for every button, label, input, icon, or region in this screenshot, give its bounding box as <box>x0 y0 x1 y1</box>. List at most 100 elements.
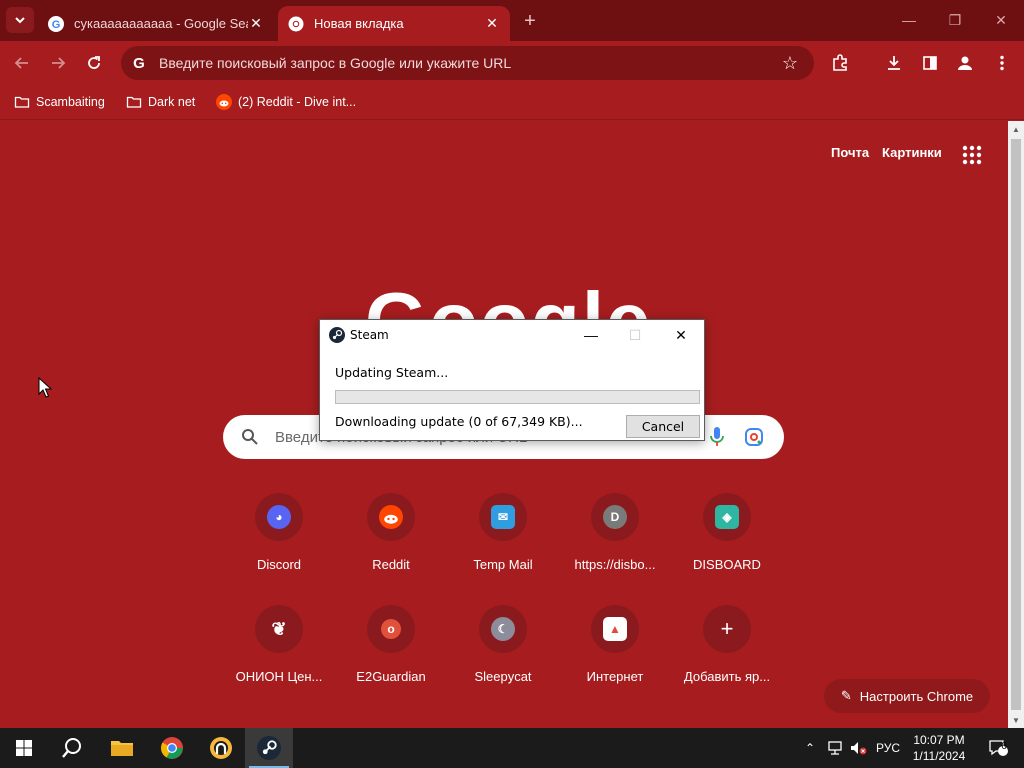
dialog-maximize-button: ☐ <box>613 320 657 350</box>
profile-button[interactable] <box>951 49 979 77</box>
show-hidden-icons-button[interactable]: ⌃ <box>800 728 820 768</box>
scroll-up-icon[interactable]: ▲ <box>1008 121 1024 137</box>
downloads-button[interactable] <box>880 49 908 77</box>
network-icon[interactable] <box>824 728 846 768</box>
tab-new-tab[interactable]: Новая вкладка ✕ <box>278 6 510 41</box>
input-language-indicator[interactable]: РУС <box>872 728 904 768</box>
close-icon[interactable]: ✕ <box>484 15 500 32</box>
chrome-icon <box>288 16 304 31</box>
shortcut-icon-circle: o <box>367 605 415 653</box>
shortcut-label: DISBOARD <box>693 557 761 572</box>
arrow-left-icon <box>14 57 28 69</box>
gmail-link[interactable]: Почта <box>831 145 869 160</box>
tab-title: Новая вкладка <box>314 16 404 31</box>
windows-taskbar: ⌃ РУС 10:07 PM 1/11/2024 6 <box>0 728 1024 768</box>
tab-strip: G сукааааааааааа - Google Sea ✕ Новая вк… <box>0 0 1024 41</box>
shortcut-icon-circle: ◕ <box>255 493 303 541</box>
taskbar-chrome[interactable] <box>148 728 196 768</box>
scrollbar-thumb[interactable] <box>1011 139 1021 710</box>
bookmark-scambaiting[interactable]: Scambaiting <box>14 91 105 113</box>
tab-google-search[interactable]: G сукааааааааааа - Google Sea ✕ <box>38 6 274 41</box>
sleepycat-icon: ☾ <box>491 617 515 641</box>
bookmark-label: Dark net <box>148 95 196 109</box>
chrome-menu-button[interactable] <box>988 49 1016 77</box>
shortcut-temp-mail[interactable]: ✉ Temp Mail <box>447 493 559 593</box>
shortcut-disboard[interactable]: ◈ DISBOARD <box>671 493 783 593</box>
shortcut-discord[interactable]: ◕ Discord <box>223 493 335 593</box>
bookmark-reddit[interactable]: (2) Reddit - Dive int... <box>216 91 356 113</box>
page-scrollbar[interactable]: ▲ ▼ <box>1008 121 1024 728</box>
dialog-minimize-button[interactable]: — <box>569 320 613 350</box>
close-icon[interactable]: ✕ <box>248 15 264 32</box>
dialog-close-button[interactable]: ✕ <box>659 320 703 350</box>
shortcut-icon-circle: ☾ <box>479 605 527 653</box>
e2guardian-icon: o <box>381 619 401 639</box>
shortcut-disboard-url[interactable]: D https://disbo... <box>559 493 671 593</box>
chrome-icon <box>161 737 183 759</box>
maximize-icon: ☐ <box>628 326 642 343</box>
restore-window-button[interactable]: ❐ <box>932 0 978 40</box>
discord-icon: ◕ <box>267 505 291 529</box>
start-button[interactable] <box>0 728 48 768</box>
arrow-right-icon <box>52 57 66 69</box>
shortcut-e2guardian[interactable]: o E2Guardian <box>335 605 447 705</box>
bookmark-dark-net[interactable]: Dark net <box>126 91 195 113</box>
shortcut-icon-circle <box>367 493 415 541</box>
images-link[interactable]: Картинки <box>882 145 942 160</box>
shortcut-add[interactable]: + Добавить яр... <box>671 605 783 705</box>
shortcut-label: Добавить яр... <box>683 669 771 684</box>
search-icon <box>62 738 81 758</box>
internet-icon: ▲ <box>603 617 627 641</box>
google-apps-icon[interactable] <box>960 143 984 167</box>
taskbar-search-button[interactable] <box>48 728 96 768</box>
close-window-button[interactable]: ✕ <box>978 0 1024 40</box>
google-g-icon: G <box>133 55 145 71</box>
shortcut-icon-circle: D <box>591 493 639 541</box>
cancel-button[interactable]: Cancel <box>626 415 700 438</box>
steam-icon <box>257 736 281 760</box>
google-g-icon: G <box>48 15 64 32</box>
taskbar-app-arc[interactable] <box>197 728 245 768</box>
back-button[interactable] <box>8 49 36 77</box>
side-panel-button[interactable] <box>916 49 944 77</box>
customize-chrome-button[interactable]: ✎ Настроить Chrome <box>824 679 990 713</box>
clock-time: 10:07 PM <box>913 733 965 747</box>
tab-search-button[interactable] <box>6 7 34 33</box>
taskbar-steam[interactable] <box>245 728 293 768</box>
bookmark-star-icon[interactable]: ☆ <box>780 53 800 73</box>
minimize-window-button[interactable]: — <box>886 0 932 40</box>
shortcut-label: ОНИОН Цен... <box>235 669 323 684</box>
shortcut-reddit[interactable]: Reddit <box>335 493 447 593</box>
new-tab-button[interactable]: + <box>518 9 542 33</box>
dialog-titlebar[interactable]: Steam — ☐ ✕ <box>320 320 704 350</box>
system-clock[interactable]: 10:07 PM 1/11/2024 <box>906 732 972 764</box>
shortcut-onion[interactable]: ❦ ОНИОН Цен... <box>223 605 335 705</box>
address-bar[interactable]: G Введите поисковый запрос в Google или … <box>121 46 814 80</box>
svg-text:G: G <box>133 55 145 71</box>
tab-title: сукааааааааааа - Google Sea <box>74 16 248 31</box>
notification-count: 6 <box>1001 741 1007 752</box>
microphone-icon[interactable] <box>708 426 726 448</box>
clock-date: 1/11/2024 <box>912 749 966 763</box>
extensions-button[interactable] <box>826 49 854 77</box>
search-icon <box>242 429 258 445</box>
shortcut-icon-circle: ▲ <box>591 605 639 653</box>
google-lens-icon[interactable] <box>744 427 764 447</box>
forward-button[interactable] <box>44 49 72 77</box>
scroll-down-icon[interactable]: ▼ <box>1008 712 1024 728</box>
reload-button[interactable] <box>80 49 108 77</box>
dialog-title: Steam <box>350 328 389 342</box>
volume-icon[interactable] <box>848 728 870 768</box>
letter-d-icon: D <box>603 505 627 529</box>
taskbar-file-explorer[interactable] <box>98 728 146 768</box>
onion-icon: ❦ <box>271 618 287 639</box>
shortcut-sleepycat[interactable]: ☾ Sleepycat <box>447 605 559 705</box>
steam-icon <box>329 327 345 343</box>
shortcut-internet[interactable]: ▲ Интернет <box>559 605 671 705</box>
reload-icon <box>88 56 100 69</box>
address-bar-placeholder: Введите поисковый запрос в Google или ук… <box>159 55 512 71</box>
kebab-menu-icon <box>1000 55 1004 71</box>
windows-logo-icon <box>16 740 32 756</box>
restore-icon: ❐ <box>948 11 962 28</box>
notification-center-button[interactable]: 6 <box>978 728 1018 768</box>
